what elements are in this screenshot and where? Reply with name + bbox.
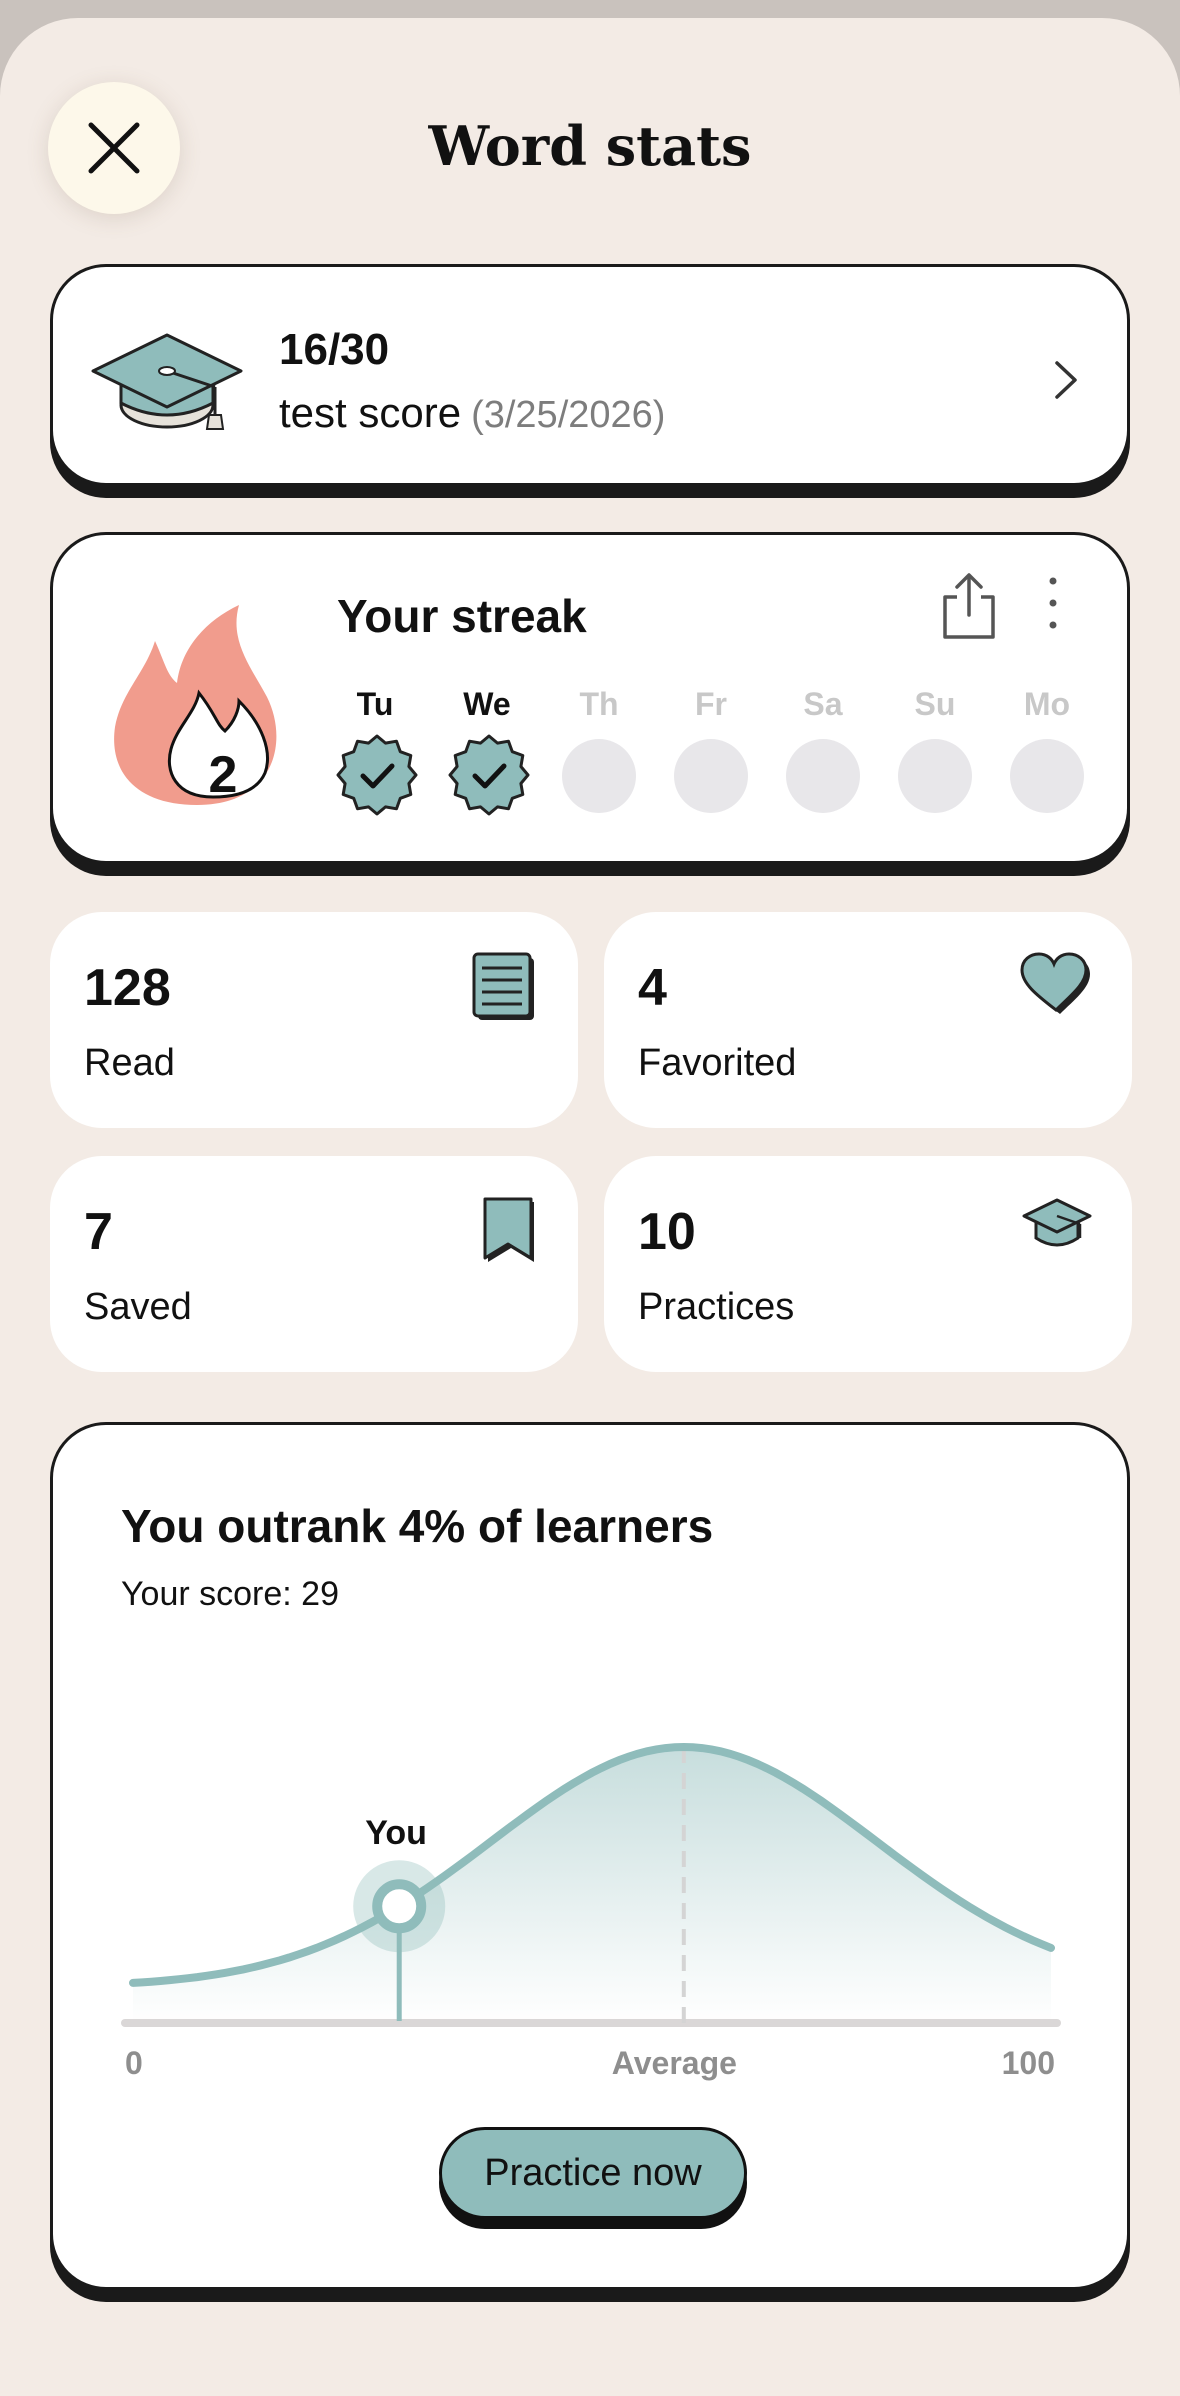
check-badge-icon xyxy=(448,734,530,816)
chevron-right-icon xyxy=(1055,361,1077,399)
more-options-icon[interactable] xyxy=(1043,575,1063,635)
streak-day-we: We xyxy=(447,683,530,817)
streak-day-label: We xyxy=(463,686,511,722)
streak-day-label: Mo xyxy=(1023,686,1071,722)
streak-days: Tu We Th Fr Sa Su Mo xyxy=(335,683,1115,833)
streak-day-label: Fr xyxy=(695,686,727,722)
list-icon xyxy=(472,952,534,1020)
stat-favorited-label: Favorited xyxy=(638,1042,797,1084)
streak-day-mo: Mo xyxy=(1007,683,1087,813)
axis-average-label: Average xyxy=(611,2045,737,2081)
test-score-card[interactable]: 16/30 test score (3/25/2026) xyxy=(50,264,1130,486)
rank-card: You outrank 4% of learners Your score: 2… xyxy=(50,1422,1130,2290)
your-score-marker xyxy=(372,1879,427,1934)
stat-favorited[interactable]: 4 Favorited xyxy=(604,912,1132,1128)
streak-card: 2 Your streak Tu We Th Fr Sa Su Mo xyxy=(50,532,1130,864)
stat-read-label: Read xyxy=(84,1042,175,1084)
streak-title: Your streak xyxy=(337,590,587,642)
stat-practices[interactable]: 10 Practices xyxy=(604,1156,1132,1372)
empty-day-dot xyxy=(786,739,860,813)
stat-favorited-value: 4 xyxy=(638,959,667,1017)
streak-day-sa: Sa xyxy=(783,683,863,813)
bookmark-icon xyxy=(483,1197,534,1262)
streak-day-su: Su xyxy=(895,683,975,813)
stat-practices-value: 10 xyxy=(638,1203,696,1261)
stat-saved[interactable]: 7 Saved xyxy=(50,1156,578,1372)
distribution-area xyxy=(133,1747,1051,2023)
stat-saved-value: 7 xyxy=(84,1203,113,1261)
streak-day-label: Th xyxy=(579,686,619,722)
axis-max-label: 100 xyxy=(1001,2045,1055,2081)
graduation-cap-icon xyxy=(91,333,243,430)
you-label: You xyxy=(365,1814,427,1853)
stats-sheet: Word stats 16/30 test score (3/25/2026) 2… xyxy=(0,18,1180,2396)
streak-day-fr: Fr xyxy=(671,683,751,813)
heart-icon xyxy=(1020,952,1090,1014)
axis-min-label: 0 xyxy=(125,2045,143,2081)
streak-day-label: Sa xyxy=(803,686,843,722)
check-badge-icon xyxy=(336,734,418,816)
page-title: Word stats xyxy=(428,114,752,178)
test-score-value: 16/30 xyxy=(279,325,390,374)
streak-day-th: Th xyxy=(559,683,639,813)
streak-day-tu: Tu xyxy=(335,683,418,817)
empty-day-dot xyxy=(1010,739,1084,813)
empty-day-dot xyxy=(562,739,636,813)
streak-count: 2 xyxy=(208,746,238,804)
graduation-cap-icon xyxy=(1022,1198,1092,1247)
test-score-label: test score (3/25/2026) xyxy=(279,389,665,437)
stat-read[interactable]: 128 Read xyxy=(50,912,578,1128)
streak-day-label: Tu xyxy=(356,686,394,722)
share-icon[interactable] xyxy=(939,571,999,641)
test-score-text: test score xyxy=(279,389,462,436)
stat-saved-label: Saved xyxy=(84,1286,192,1328)
test-score-date: (3/25/2026) xyxy=(471,394,666,436)
streak-day-label: Su xyxy=(914,686,956,722)
rank-title: You outrank 4% of learners xyxy=(121,1500,714,1552)
your-score-text: Your score: 29 xyxy=(121,1575,339,1613)
practice-now-button[interactable]: Practice now xyxy=(439,2127,747,2219)
empty-day-dot xyxy=(674,739,748,813)
stat-practices-label: Practices xyxy=(638,1286,795,1328)
stat-read-value: 128 xyxy=(84,959,171,1017)
empty-day-dot xyxy=(898,739,972,813)
